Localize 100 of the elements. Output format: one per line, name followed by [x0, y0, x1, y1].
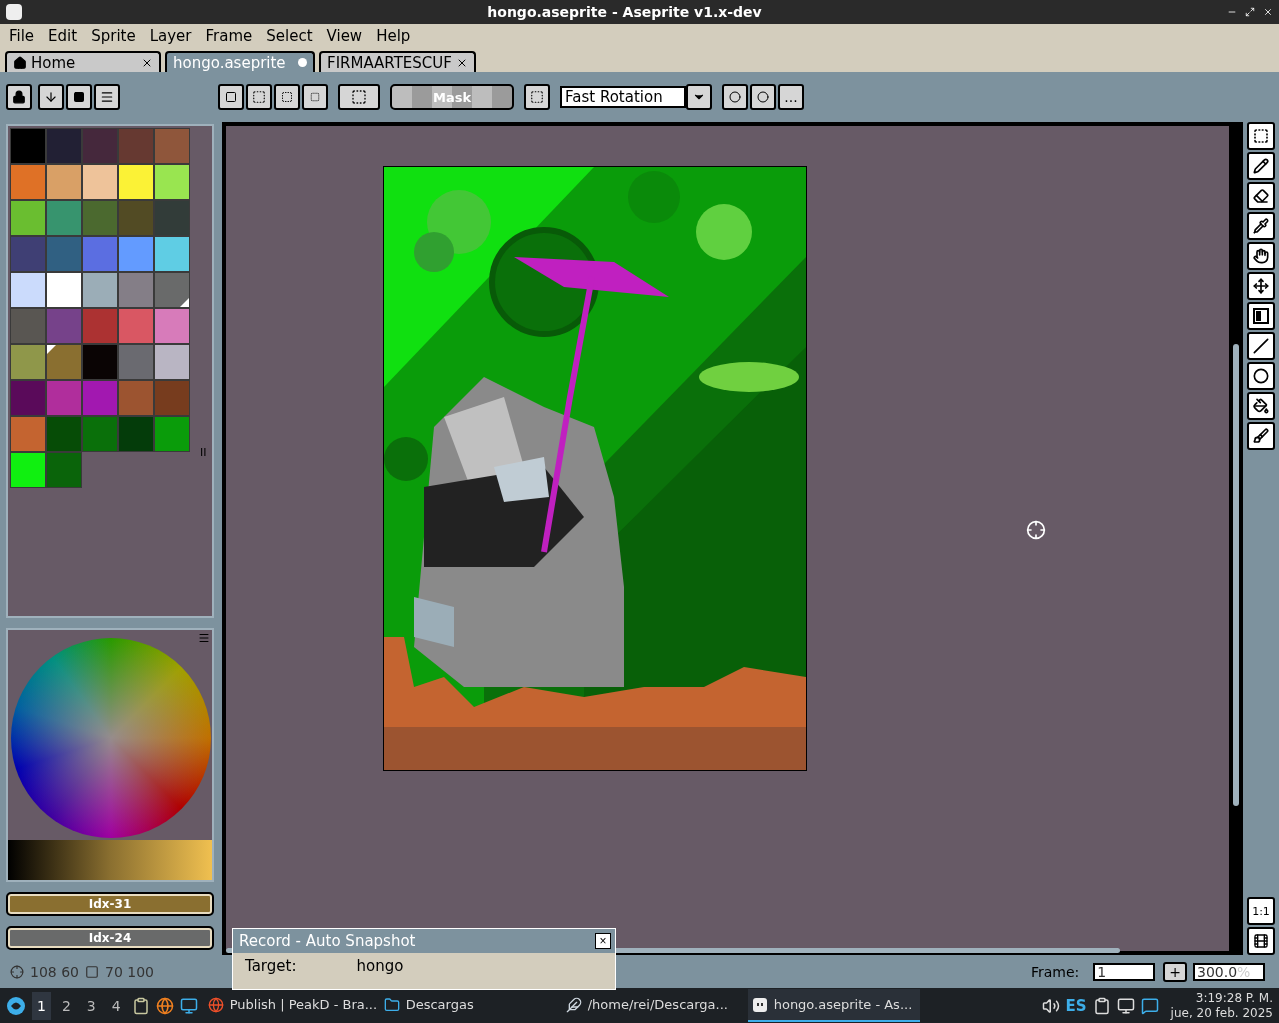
- add-selection-button[interactable]: [246, 84, 272, 110]
- palette-swatch[interactable]: [46, 344, 82, 380]
- palette-swatch[interactable]: [82, 164, 118, 200]
- palette-swatch[interactable]: [46, 452, 82, 488]
- file-manager-icon[interactable]: [131, 996, 150, 1015]
- menu-item[interactable]: File: [2, 27, 42, 45]
- palette-swatch[interactable]: [46, 236, 82, 272]
- close-button[interactable]: ×: [595, 933, 611, 949]
- color-button[interactable]: Idx-24: [6, 926, 214, 950]
- palette-swatch[interactable]: [10, 164, 46, 200]
- replace-selection-button[interactable]: [218, 84, 244, 110]
- clipboard-icon[interactable]: [1092, 996, 1111, 1015]
- palette-swatch[interactable]: [46, 272, 82, 308]
- palette-swatch[interactable]: [154, 380, 190, 416]
- start-menu-icon[interactable]: [6, 995, 26, 1016]
- palette-swatch[interactable]: [82, 236, 118, 272]
- color-wheel[interactable]: [11, 638, 211, 838]
- down-arrow-button[interactable]: [38, 84, 64, 110]
- palette-swatch[interactable]: [10, 272, 46, 308]
- palette-swatch[interactable]: [10, 236, 46, 272]
- palette-swatch[interactable]: [10, 308, 46, 344]
- ellipse-tool-button[interactable]: [1247, 362, 1275, 390]
- palette-swatch[interactable]: [118, 164, 154, 200]
- volume-icon[interactable]: [1041, 996, 1060, 1015]
- intersect-selection-button[interactable]: [302, 84, 328, 110]
- browser-icon[interactable]: [155, 996, 174, 1015]
- menu-item[interactable]: Edit: [41, 27, 85, 45]
- zoom-field[interactable]: 300.0%: [1193, 962, 1265, 981]
- menu-item[interactable]: Frame: [198, 27, 260, 45]
- palette-swatch[interactable]: [118, 200, 154, 236]
- square-button[interactable]: [66, 84, 92, 110]
- menu-item[interactable]: Help: [369, 27, 418, 45]
- line-tool-button[interactable]: [1247, 332, 1275, 360]
- workspace-button[interactable]: 1: [32, 991, 51, 1020]
- menu-button[interactable]: [94, 84, 120, 110]
- palette-swatch[interactable]: [10, 380, 46, 416]
- tab[interactable]: FIRMAARTESCUF: [319, 51, 476, 72]
- menu-icon[interactable]: [198, 632, 210, 644]
- notification-icon[interactable]: [1140, 996, 1159, 1015]
- palette-swatch[interactable]: [118, 308, 154, 344]
- pencil-tool-button[interactable]: [1247, 152, 1275, 180]
- restore-icon[interactable]: [1245, 7, 1255, 17]
- taskbar-task[interactable]: Publish | PeakD - Bra...: [203, 989, 374, 1022]
- palette-swatch[interactable]: [82, 272, 118, 308]
- taskbar-task[interactable]: /home/rei/Descarga...: [561, 989, 742, 1022]
- rotation-dropdown[interactable]: Fast Rotation: [560, 86, 686, 108]
- selection-tool-button[interactable]: [1247, 122, 1275, 150]
- palette-swatch[interactable]: [10, 344, 46, 380]
- menu-item[interactable]: View: [319, 27, 370, 45]
- palette-swatch[interactable]: [118, 128, 154, 164]
- more-button[interactable]: ...: [778, 84, 804, 110]
- palette-swatch[interactable]: [82, 344, 118, 380]
- palette-swatch[interactable]: [154, 344, 190, 380]
- timeline-button[interactable]: [1247, 927, 1275, 955]
- palette-swatch[interactable]: [118, 344, 154, 380]
- gradient-tool-button[interactable]: [1247, 302, 1275, 330]
- taskbar-task[interactable]: hongo.aseprite - As...: [747, 989, 920, 1022]
- palette-swatch[interactable]: [10, 200, 46, 236]
- palette-swatch[interactable]: [154, 128, 190, 164]
- dropdown-arrow-button[interactable]: [686, 84, 712, 110]
- close-icon[interactable]: [1263, 7, 1273, 17]
- brush-tool-button[interactable]: [1247, 422, 1275, 450]
- lock-button[interactable]: [6, 84, 32, 110]
- palette-swatch[interactable]: [10, 128, 46, 164]
- subtract-selection-button[interactable]: [274, 84, 300, 110]
- palette-swatch[interactable]: [118, 272, 154, 308]
- palette-swatch[interactable]: [46, 164, 82, 200]
- monitor-icon[interactable]: [179, 996, 198, 1015]
- palette-swatch[interactable]: [154, 308, 190, 344]
- palette-swatch[interactable]: [46, 416, 82, 452]
- palette-swatch[interactable]: [118, 380, 154, 416]
- flip-horizontal-button[interactable]: [722, 84, 748, 110]
- palette-swatch[interactable]: [82, 128, 118, 164]
- hand-tool-button[interactable]: [1247, 242, 1275, 270]
- move-tool-button[interactable]: [1247, 272, 1275, 300]
- palette-swatch[interactable]: [118, 416, 154, 452]
- add-frame-button[interactable]: +: [1163, 961, 1187, 982]
- palette-swatch[interactable]: [46, 200, 82, 236]
- palette-swatch[interactable]: [82, 416, 118, 452]
- menu-item[interactable]: Select: [259, 27, 320, 45]
- actual-size-button[interactable]: 1:1: [1247, 897, 1275, 925]
- tab[interactable]: Home: [5, 51, 161, 72]
- palette-swatch[interactable]: [46, 128, 82, 164]
- palette-swatch[interactable]: [118, 236, 154, 272]
- frame-field[interactable]: 1: [1093, 962, 1156, 981]
- menu-item[interactable]: Layer: [142, 27, 199, 45]
- workspace-button[interactable]: 3: [81, 991, 101, 1020]
- eyedropper-tool-button[interactable]: [1247, 212, 1275, 240]
- workspace-button[interactable]: 4: [106, 991, 126, 1020]
- palette-swatch[interactable]: [154, 200, 190, 236]
- workspace-button[interactable]: 2: [56, 991, 76, 1020]
- palette-swatch[interactable]: [82, 200, 118, 236]
- flip-vertical-button[interactable]: [750, 84, 776, 110]
- palette-swatch[interactable]: [154, 272, 190, 308]
- palette-swatch[interactable]: [154, 416, 190, 452]
- palette-swatch[interactable]: [154, 164, 190, 200]
- color-gradient-strip[interactable]: [8, 840, 212, 880]
- taskbar-task[interactable]: Descargas: [379, 989, 530, 1022]
- menu-item[interactable]: Sprite: [84, 27, 143, 45]
- transparent-color-button[interactable]: [338, 84, 380, 110]
